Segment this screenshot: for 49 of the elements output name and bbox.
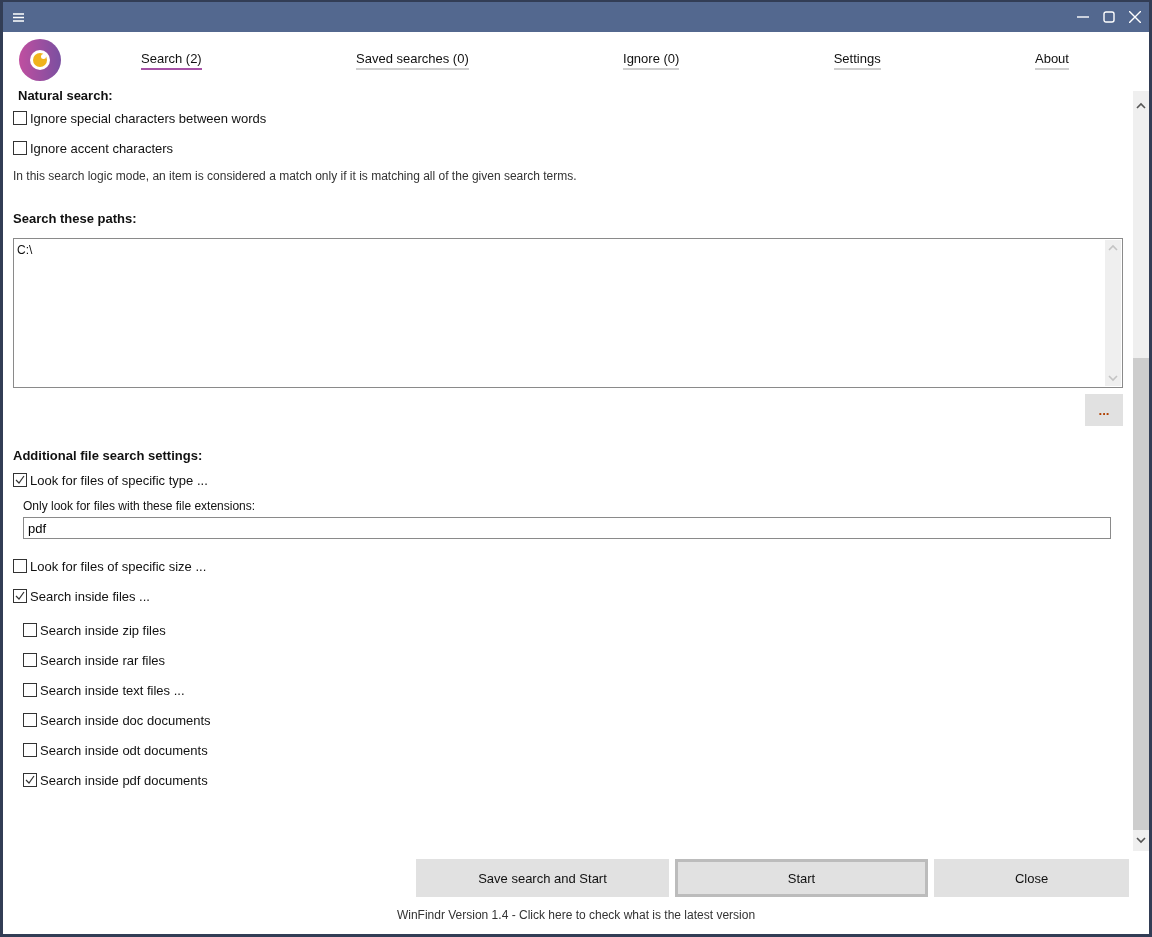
checkbox[interactable] [13, 111, 27, 125]
checkbox[interactable] [23, 653, 37, 667]
checkbox-label: Ignore accent characters [30, 140, 174, 156]
logo-icon [19, 39, 61, 81]
info-text: In this search logic mode, an item is considered a match only if it is matching all of the given search terms. [13, 169, 578, 183]
checkbox-label: Look for files of specific size ... [30, 558, 207, 574]
checkbox-label: Search inside rar files [40, 652, 165, 668]
checkbox-label: Look for files of specific type ... [30, 472, 208, 488]
checkbox[interactable] [23, 773, 37, 787]
path-text: C:\ [16, 242, 34, 259]
checkbox-label: Search inside odt documents [40, 742, 208, 758]
checkbox[interactable] [13, 141, 27, 155]
close-icon[interactable] [1129, 11, 1141, 23]
checkbox-label: Search inside files ... [30, 588, 150, 604]
menu-icon[interactable] [13, 12, 24, 22]
checkbox-label: Search inside pdf documents [40, 772, 208, 788]
checkbox-label: Search inside text files ... [40, 682, 185, 698]
checkbox-label: Ignore special characters between words [30, 110, 267, 126]
checkbox-label: Search inside zip files [40, 622, 166, 638]
checkbox[interactable] [23, 713, 37, 727]
section-heading: Natural search: [18, 88, 114, 103]
nav-tab[interactable]: Ignore (0) [623, 50, 680, 70]
checkbox[interactable] [23, 743, 37, 757]
checkbox[interactable] [13, 559, 27, 573]
checkbox-label: Search inside doc documents [40, 712, 211, 728]
section-heading: Search these paths: [13, 211, 138, 226]
nav-tab[interactable]: Saved searches (0) [356, 50, 469, 70]
nav-tab[interactable]: About [1035, 50, 1069, 70]
scroll-down-icon[interactable] [1136, 837, 1146, 844]
section-heading: Additional file search settings: [13, 448, 204, 463]
nav-tab[interactable]: Search (2) [141, 50, 202, 70]
action-button[interactable]: Save search and Start [416, 859, 669, 897]
nav-tab[interactable]: Settings [833, 50, 881, 70]
checkmark-icon [15, 591, 25, 601]
checkmark-icon [15, 475, 25, 485]
scroll-up-icon[interactable] [1136, 102, 1146, 109]
action-button[interactable]: Start [675, 859, 928, 897]
extensions-field[interactable]: pdf [23, 517, 1111, 539]
checkmark-icon [25, 775, 35, 785]
field-label: Only look for files with these file extensions: [22, 499, 257, 513]
version-link[interactable]: WinFindr Version 1.4 - Click here to check what is the latest version [396, 908, 756, 922]
checkbox[interactable] [13, 589, 27, 603]
checkbox[interactable] [13, 473, 27, 487]
checkbox[interactable] [23, 683, 37, 697]
checkbox[interactable] [23, 623, 37, 637]
maximize-icon[interactable] [1103, 11, 1115, 23]
scrollbar[interactable] [1133, 91, 1149, 851]
action-button[interactable]: Close [934, 859, 1129, 897]
browse-button[interactable]: ... [1085, 394, 1123, 426]
